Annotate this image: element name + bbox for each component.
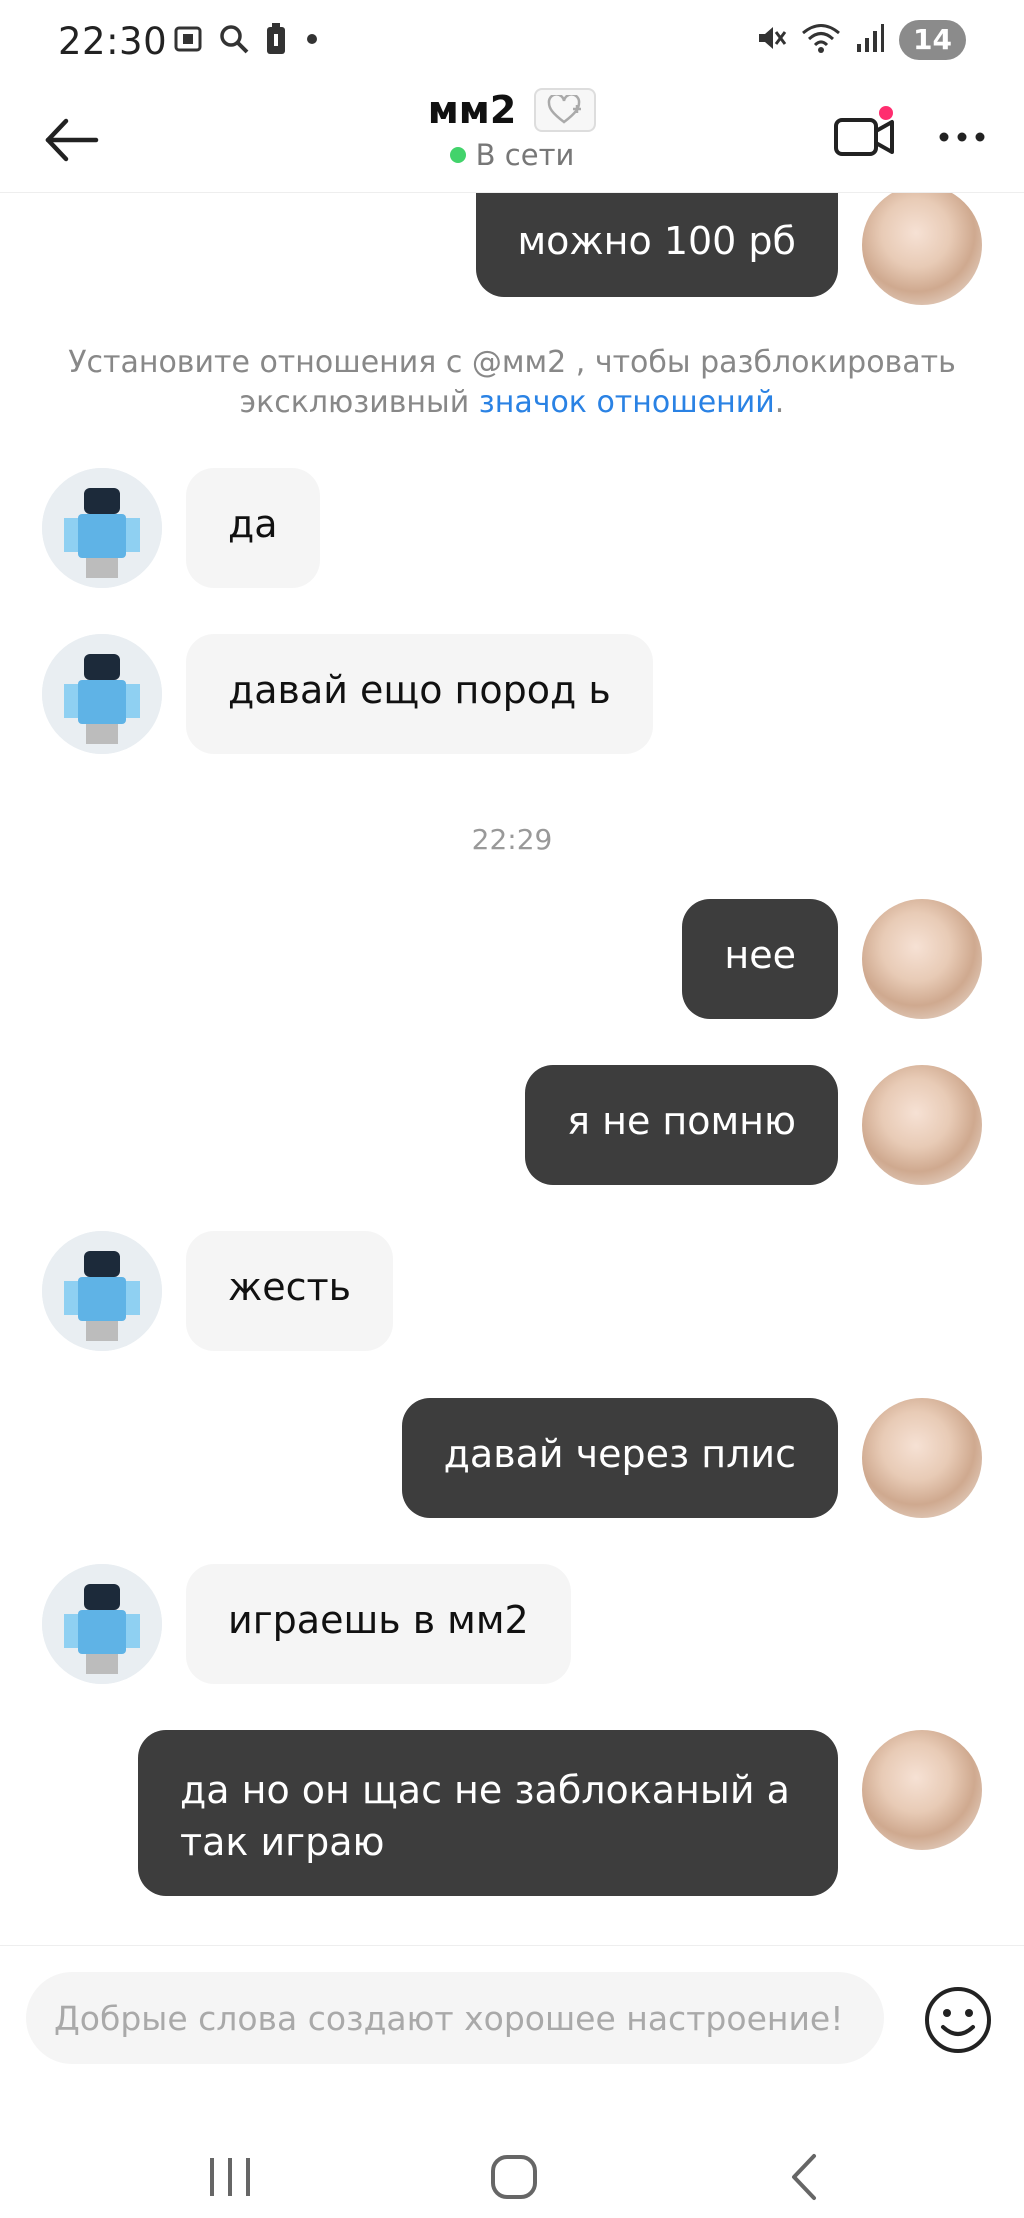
online-dot xyxy=(449,147,466,163)
heart-plus-icon xyxy=(548,95,582,124)
status-right-icons: 14 xyxy=(755,20,966,60)
my-avatar[interactable] xyxy=(862,1398,982,1518)
message-composer xyxy=(0,1945,1024,2071)
my-avatar[interactable] xyxy=(862,899,982,1019)
message-bubble-received[interactable]: играешь в мм2 xyxy=(186,1564,571,1684)
my-avatar[interactable] xyxy=(862,193,982,305)
message-row: играешь в мм2 xyxy=(0,1564,1024,1684)
status-time: 22:30 xyxy=(58,20,168,63)
more-horizontal-icon xyxy=(939,132,985,142)
home-button[interactable] xyxy=(484,2152,544,2202)
message-timestamp: 22:29 xyxy=(471,823,553,856)
status-left-icons xyxy=(172,22,322,60)
my-avatar[interactable] xyxy=(862,1065,982,1185)
message-row: давай через плис xyxy=(0,1398,1024,1518)
contact-avatar[interactable] xyxy=(42,1564,162,1684)
screenshot-icon xyxy=(172,23,204,59)
signal-icon xyxy=(855,22,885,58)
message-bubble-sent[interactable]: я не помню xyxy=(525,1065,838,1185)
message-bubble-sent[interactable]: давай через плис xyxy=(401,1398,838,1518)
emoji-button[interactable] xyxy=(922,1984,994,2056)
chevron-left-icon xyxy=(792,2154,816,2200)
mute-icon xyxy=(755,22,787,58)
status-bar: 22:30 14 xyxy=(0,0,1024,82)
contact-avatar-image xyxy=(42,468,162,588)
contact-avatar[interactable] xyxy=(42,1231,162,1351)
wifi-icon xyxy=(801,22,841,58)
presence-label: В сети xyxy=(475,138,575,172)
message-bubble-received[interactable]: давай ещо пород ь xyxy=(186,634,653,754)
message-row: я не помню xyxy=(0,1065,1024,1185)
message-list[interactable]: можно 100 рб Установите отношения с @мм2… xyxy=(0,193,1024,1953)
message-bubble-sent[interactable]: да но он щас не заблоканый а так играю xyxy=(138,1730,838,1896)
video-call-button[interactable] xyxy=(830,100,900,170)
nav-back-button[interactable] xyxy=(774,2152,834,2202)
message-bubble-sent[interactable]: можно 100 рб xyxy=(475,193,838,297)
relationship-badge-button[interactable] xyxy=(534,88,597,132)
my-avatar[interactable] xyxy=(862,1730,982,1850)
message-row: да xyxy=(0,468,1024,588)
message-row: нее xyxy=(0,899,1024,1019)
message-bubble-sent[interactable]: нее xyxy=(682,899,838,1019)
video-camera-icon xyxy=(834,106,894,156)
search-icon xyxy=(218,23,250,59)
home-icon xyxy=(491,2155,537,2199)
dot-icon xyxy=(302,23,322,59)
relationship-badge-link[interactable]: значок отношений xyxy=(479,385,775,420)
system-note-tail: . xyxy=(774,385,785,420)
more-options-button[interactable] xyxy=(932,112,992,162)
notification-count-badge: 14 xyxy=(899,20,966,60)
system-navigation-bar xyxy=(0,2070,1024,2218)
contact-avatar-image xyxy=(42,1231,162,1351)
message-row: да но он щас не заблоканый а так играю xyxy=(0,1730,1024,1896)
message-row: жесть xyxy=(0,1231,1024,1351)
chat-header: мм2 В сети xyxy=(0,82,1024,193)
relationship-system-note: Установите отношения с @мм2 , чтобы разб… xyxy=(60,343,964,423)
contact-avatar[interactable] xyxy=(42,468,162,588)
message-row: можно 100 рб xyxy=(0,193,1024,305)
contact-avatar[interactable] xyxy=(42,634,162,754)
message-bubble-received[interactable]: да xyxy=(186,468,320,588)
message-bubble-received[interactable]: жесть xyxy=(186,1231,394,1351)
smiley-icon xyxy=(925,1987,991,2053)
contact-avatar-image xyxy=(42,1564,162,1684)
chat-title[interactable]: мм2 xyxy=(428,88,517,132)
contact-avatar-image xyxy=(42,634,162,754)
recent-apps-button[interactable] xyxy=(200,2152,260,2202)
message-row: давай ещо пород ь xyxy=(0,634,1024,754)
message-input[interactable] xyxy=(26,1972,884,2064)
recent-apps-icon xyxy=(210,2158,250,2196)
battery-saver-icon xyxy=(264,22,288,60)
